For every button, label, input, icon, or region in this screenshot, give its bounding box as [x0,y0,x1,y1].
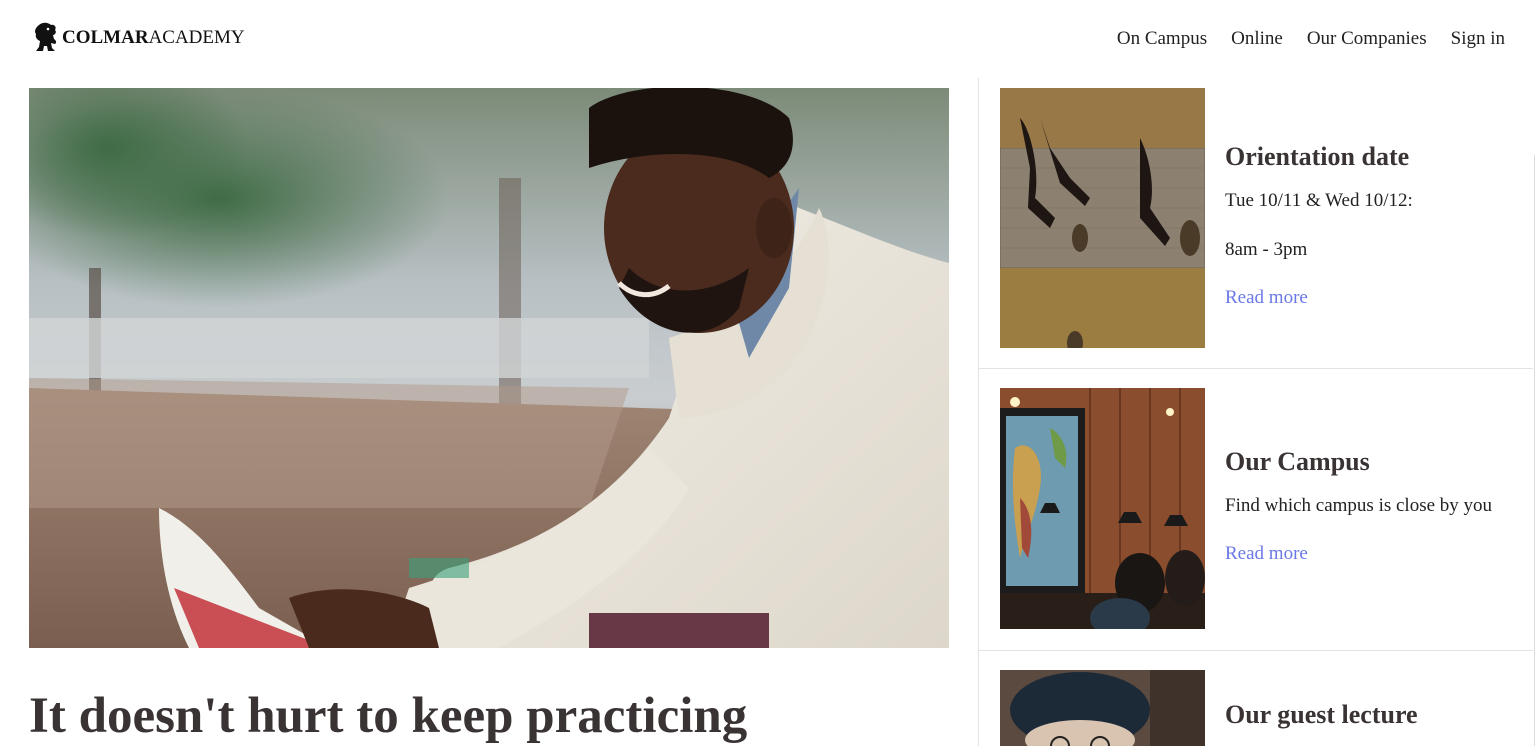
card-title: Orientation date [1225,142,1410,171]
card-text-line: Find which campus is close by you [1225,495,1493,516]
logo-text: COLMARACADEMY [62,28,245,47]
card-title: Our Campus [1225,447,1370,476]
scrollbar-track[interactable] [1534,155,1535,746]
card-guest-lecture: Our guest lecture [979,651,1533,746]
nav-online[interactable]: Online [1231,27,1283,51]
guest-lecturer-photo [1000,670,1205,746]
site-header: COLMARACADEMY On Campus Online Our Compa… [0,0,1536,78]
campus-cafe-photo [1000,388,1205,629]
lion-icon [35,22,57,51]
logo-regular-text: ACADEMY [148,26,245,48]
card-body: Our Campus Find which campus is close by… [1225,446,1492,566]
card-our-campus: Our Campus Find which campus is close by… [979,369,1533,651]
hero-image [29,88,949,648]
nav-our-companies[interactable]: Our Companies [1307,27,1427,51]
events-sidebar: Orientation date Tue 10/11 & Wed 10/12: … [978,78,1533,746]
card-orientation: Orientation date Tue 10/11 & Wed 10/12: … [979,78,1533,369]
page-headline: It doesn't hurt to keep practicing [29,688,748,744]
card-body: Orientation date Tue 10/11 & Wed 10/12: … [1225,141,1413,310]
read-more-link[interactable]: Read more [1225,542,1492,566]
card-body: Our guest lecture [1225,699,1418,731]
logo-bold-text: COLMAR [62,26,149,48]
nav-on-campus[interactable]: On Campus [1117,27,1207,51]
nav-sign-in[interactable]: Sign in [1451,27,1505,51]
card-text-line: Tue 10/11 & Wed 10/12: [1225,190,1413,211]
card-title: Our guest lecture [1225,700,1418,729]
logo[interactable]: COLMARACADEMY [33,22,245,52]
read-more-link[interactable]: Read more [1225,286,1413,310]
people-shadows-photo [1000,88,1205,348]
main-nav: On Campus Online Our Companies Sign in [1117,27,1505,51]
card-text-line: 8am - 3pm [1225,239,1308,260]
